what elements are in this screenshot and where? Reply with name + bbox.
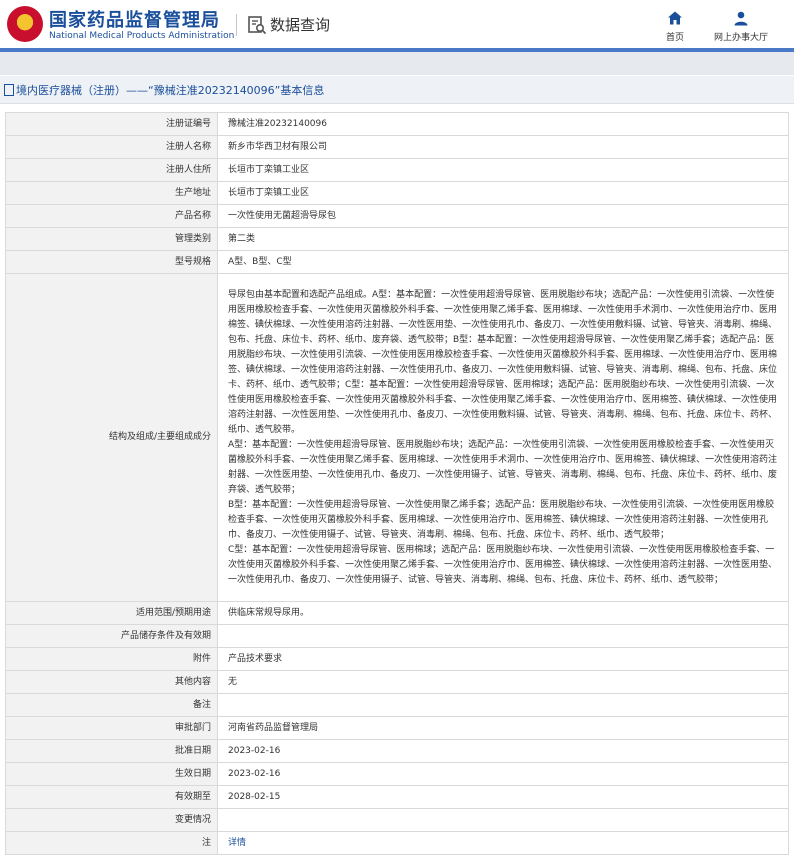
row-label: 备注: [5, 693, 218, 717]
note-value: 详情: [217, 831, 789, 855]
row-label: 注册证编号: [5, 112, 218, 136]
row-label: 其他内容: [5, 670, 218, 694]
composition-paragraph-type-b: B型：基本配置：一次性使用超滑导尿管、一次性使用聚乙烯手套；选配产品：医用脱脂纱…: [228, 499, 775, 540]
header-spacer: [0, 52, 794, 75]
site-logo-cn[interactable]: 国家药品监督管理局: [49, 6, 220, 32]
site-logo-en: National Medical Products Administration: [49, 31, 235, 41]
table-row: 附件 产品技术要求: [5, 647, 789, 671]
row-label: 产品名称: [5, 204, 218, 228]
table-row: 批准日期 2023-02-16: [5, 739, 789, 763]
row-label: 批准日期: [5, 739, 218, 763]
intended-use-value: 供临床常规导尿用。: [217, 601, 789, 625]
nav-online-service-hall-label: 网上办事大厅: [713, 33, 768, 43]
table-row: 备注: [5, 693, 789, 717]
header-divider: [236, 14, 237, 36]
row-label: 审批部门: [5, 716, 218, 740]
section-title: 数据查询: [270, 16, 331, 34]
table-row: 其他内容无: [5, 670, 789, 694]
row-label: 有效期至: [5, 785, 218, 809]
row-label: 型号规格: [5, 250, 218, 274]
row-label: 产品储存条件及有效期: [5, 624, 218, 648]
row-label: 注册人住所: [5, 158, 218, 182]
other-content-value: 无: [217, 670, 789, 694]
table-row: 变更情况: [5, 808, 789, 832]
table-row: 管理类别 第二类: [5, 227, 789, 251]
model-spec-value: A型、B型、C型: [217, 250, 789, 274]
change-history-value: [217, 808, 789, 832]
page-title: 境内医疗器械（注册）——“豫械注准20232140096”基本信息: [16, 84, 325, 97]
composition-paragraph-type-c: C型：基本配置：一次性使用超滑导尿管、医用棉球；选配产品：医用脱脂纱布块、一次性…: [228, 544, 778, 585]
table-row: 结构及组成/主要组成成分 导尿包由基本配置和选配产品组成。A型：基本配置：一次性…: [5, 273, 789, 602]
table-row: 生效日期 2023-02-16: [5, 762, 789, 786]
table-row: 生产地址 长垣市丁栾镇工业区: [5, 181, 789, 205]
attachment-value: 产品技术要求: [217, 647, 789, 671]
storage-validity-value: [217, 624, 789, 648]
page-title-bar: 境内医疗器械（注册）——“豫械注准20232140096”基本信息: [0, 76, 794, 104]
nav-home-label: 首页: [665, 33, 684, 43]
composition-value: 导尿包由基本配置和选配产品组成。A型：基本配置：一次性使用超滑导尿管、医用脱脂纱…: [217, 273, 789, 602]
row-label: 适用范围/预期用途: [5, 601, 218, 625]
row-label: 生产地址: [5, 181, 218, 205]
registrant-name-value: 新乡市华西卫材有限公司: [217, 135, 789, 159]
approval-date-value: 2023-02-16: [217, 739, 789, 763]
data-query-icon: [248, 16, 267, 35]
composition-paragraph: 导尿包由基本配置和选配产品组成。A型：基本配置：一次性使用超滑导尿管、医用脱脂纱…: [228, 289, 778, 435]
home-icon: [668, 11, 682, 25]
table-row: 产品名称 一次性使用无菌超滑导尿包: [5, 204, 789, 228]
emblem-star-icon: ★: [17, 13, 30, 29]
row-label: 附件: [5, 647, 218, 671]
registration-number-value: 豫械注准20232140096: [217, 112, 789, 136]
table-row: 审批部门 河南省药品监督管理局: [5, 716, 789, 740]
table-row: 适用范围/预期用途 供临床常规导尿用。: [5, 601, 789, 625]
table-row: 型号规格 A型、B型、C型: [5, 250, 789, 274]
table-row: 注册人名称 新乡市华西卫材有限公司: [5, 135, 789, 159]
product-name-value: 一次性使用无菌超滑导尿包: [217, 204, 789, 228]
nav-home[interactable]: 首页: [660, 10, 690, 43]
nav-online-service-hall[interactable]: 网上办事大厅: [706, 10, 776, 43]
effective-date-value: 2023-02-16: [217, 762, 789, 786]
remarks-value: [217, 693, 789, 717]
row-label: 生效日期: [5, 762, 218, 786]
row-label: 注: [5, 831, 218, 855]
composition-paragraph-type-a: A型：基本配置：一次性使用超滑导尿管、医用脱脂纱布块；选配产品：一次性使用引流袋…: [228, 439, 778, 495]
row-label: 管理类别: [5, 227, 218, 251]
national-emblem-logo: ★: [7, 6, 43, 42]
table-row: 有效期至 2028-02-15: [5, 785, 789, 809]
management-category-value: 第二类: [217, 227, 789, 251]
table-row: 注册证编号 豫械注准20232140096: [5, 112, 789, 136]
row-label: 注册人名称: [5, 135, 218, 159]
production-address-value: 长垣市丁栾镇工业区: [217, 181, 789, 205]
table-row: 注册人住所 长垣市丁栾镇工业区: [5, 158, 789, 182]
detail-link[interactable]: 详情: [228, 838, 246, 848]
site-header: ★ 国家药品监督管理局 National Medical Products Ad…: [0, 0, 794, 48]
row-label: 结构及组成/主要组成成分: [5, 273, 218, 602]
table-row: 产品储存条件及有效期: [5, 624, 789, 648]
user-icon: [734, 11, 748, 26]
document-icon: [4, 84, 14, 96]
row-label: 变更情况: [5, 808, 218, 832]
expiry-date-value: 2028-02-15: [217, 785, 789, 809]
approval-department-value: 河南省药品监督管理局: [217, 716, 789, 740]
registration-info-table: 注册证编号 豫械注准20232140096 注册人名称 新乡市华西卫材有限公司 注册…: [5, 112, 789, 855]
table-row: 注详情: [5, 831, 789, 855]
registrant-address-value: 长垣市丁栾镇工业区: [217, 158, 789, 182]
